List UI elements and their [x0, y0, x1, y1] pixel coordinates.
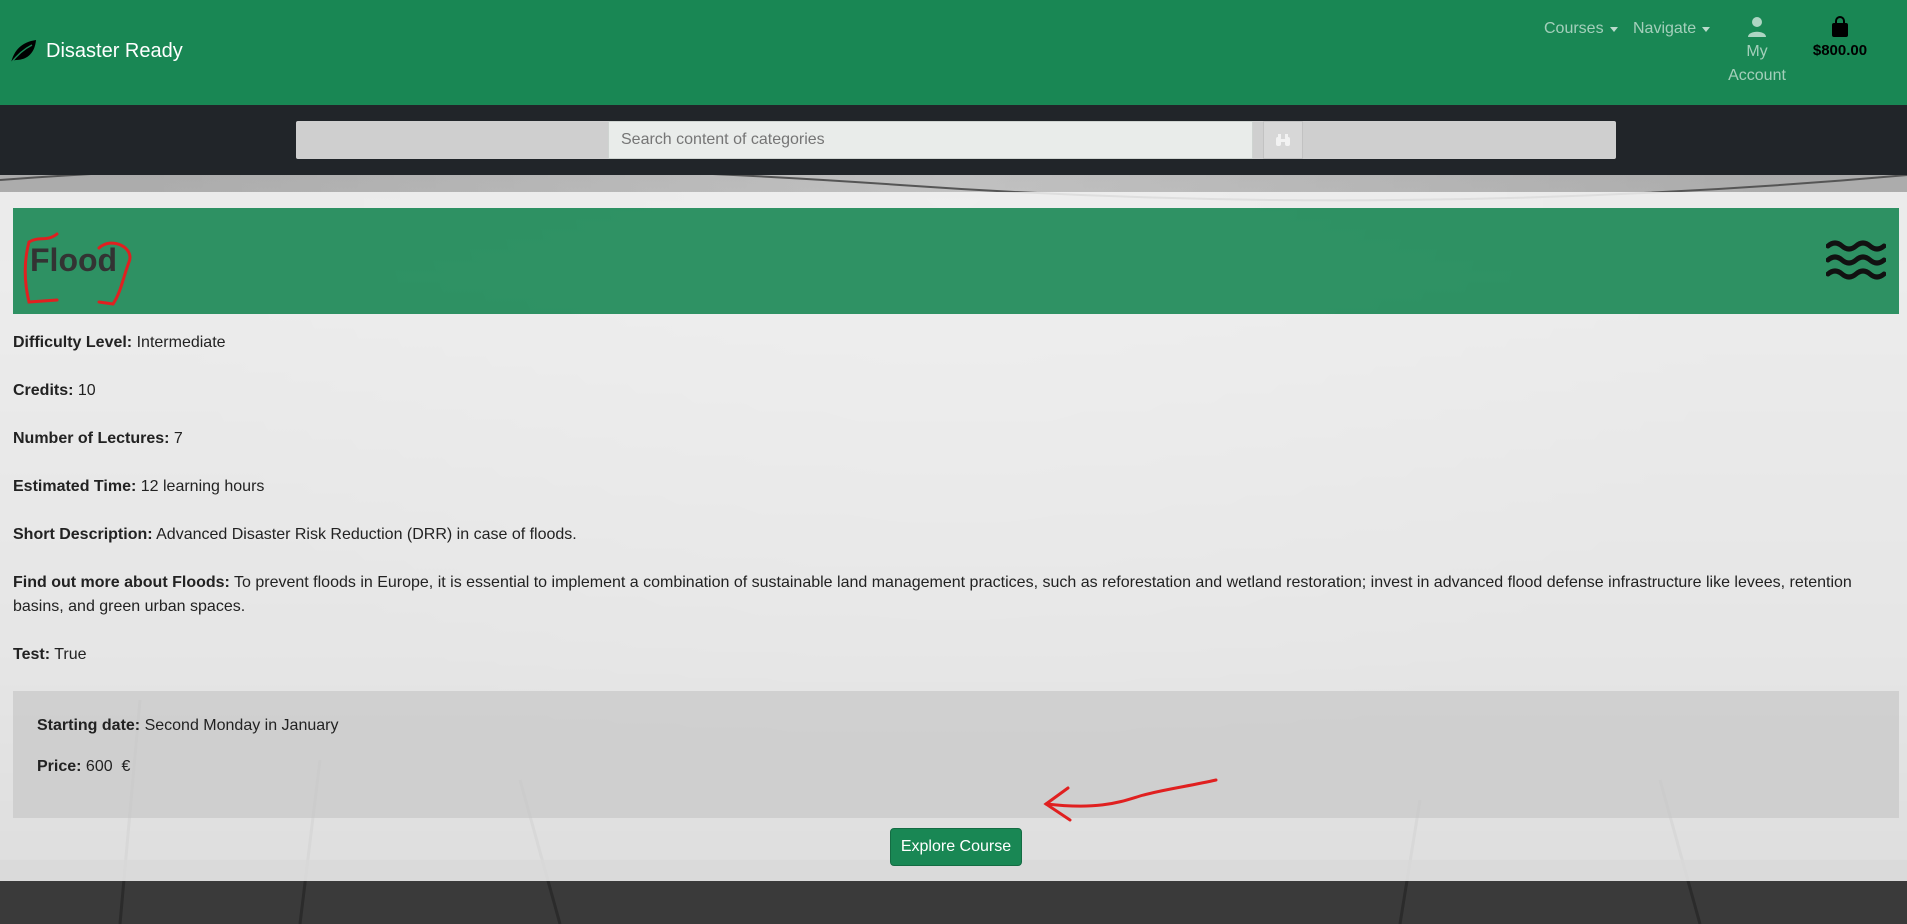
- caret-down-icon: [1609, 26, 1618, 32]
- red-arrow-annotation: [1043, 778, 1218, 822]
- courses-dropdown[interactable]: Courses: [1544, 20, 1618, 38]
- lectures-value: 7: [173, 430, 183, 447]
- top-navbar: Disaster Ready Courses Navigate My Accou…: [0, 0, 1907, 105]
- navigate-dropdown[interactable]: Navigate: [1633, 20, 1711, 38]
- price-label: Price:: [37, 758, 82, 775]
- brand-name: Disaster Ready: [46, 39, 183, 62]
- price-field: Price: 600 €: [37, 758, 130, 776]
- enrollment-info-box: Starting date: Second Monday in January …: [13, 691, 1899, 818]
- credits-value: 10: [77, 382, 96, 399]
- credits-field: Credits: 10: [13, 379, 96, 403]
- account-label-line1: My: [1746, 43, 1768, 60]
- lectures-field: Number of Lectures: 7: [13, 427, 183, 451]
- estimated-time-value: 12 learning hours: [140, 478, 265, 495]
- test-field: Test: True: [13, 643, 87, 667]
- short-description-value: Advanced Disaster Risk Reduction (DRR) i…: [156, 526, 577, 543]
- shopping-bag-icon: [1832, 16, 1848, 37]
- test-value: True: [54, 646, 87, 663]
- search-bar: [0, 105, 1907, 175]
- water-waves-icon: [1826, 240, 1886, 280]
- course-title: Flood: [30, 242, 118, 278]
- find-out-more-field: Find out more about Floods: To prevent f…: [13, 571, 1898, 619]
- find-out-more-label: Find out more about Floods:: [13, 574, 230, 591]
- estimated-time-field: Estimated Time: 12 learning hours: [13, 475, 264, 499]
- difficulty-field: Difficulty Level: Intermediate: [13, 331, 226, 355]
- explore-course-button[interactable]: Explore Course: [890, 828, 1022, 866]
- short-description-field: Short Description: Advanced Disaster Ris…: [13, 523, 577, 547]
- lectures-label: Number of Lectures:: [13, 430, 170, 447]
- price-value: 600 €: [85, 758, 131, 775]
- credits-label: Credits:: [13, 382, 74, 399]
- navigate-label: Navigate: [1633, 20, 1697, 37]
- search-group: [296, 121, 1616, 159]
- starting-date-value: Second Monday in January: [144, 717, 339, 734]
- course-panel: Flood Difficulty Level: Intermediate Cre…: [0, 192, 1907, 881]
- my-account-link[interactable]: My Account: [1722, 16, 1792, 88]
- binoculars-icon: [1276, 134, 1290, 146]
- account-label-line2: Account: [1728, 67, 1786, 84]
- leaf-icon: [10, 40, 36, 64]
- difficulty-label: Difficulty Level:: [13, 334, 133, 351]
- caret-down-icon: [1702, 26, 1711, 32]
- test-label: Test:: [13, 646, 51, 663]
- cart-total: $800.00: [1812, 42, 1868, 59]
- short-description-label: Short Description:: [13, 526, 153, 543]
- starting-date-label: Starting date:: [37, 717, 141, 734]
- search-button[interactable]: [1263, 121, 1303, 159]
- cart-link[interactable]: $800.00: [1808, 16, 1872, 59]
- course-title-banner: Flood: [13, 208, 1899, 314]
- courses-label: Courses: [1544, 20, 1604, 37]
- person-icon: [1748, 17, 1766, 37]
- difficulty-value: Intermediate: [136, 334, 226, 351]
- estimated-time-label: Estimated Time:: [13, 478, 137, 495]
- search-input[interactable]: [608, 121, 1253, 159]
- find-out-more-value: To prevent floods in Europe, it is essen…: [13, 574, 1852, 615]
- starting-date-field: Starting date: Second Monday in January: [37, 717, 338, 735]
- brand-link[interactable]: Disaster Ready: [8, 36, 183, 66]
